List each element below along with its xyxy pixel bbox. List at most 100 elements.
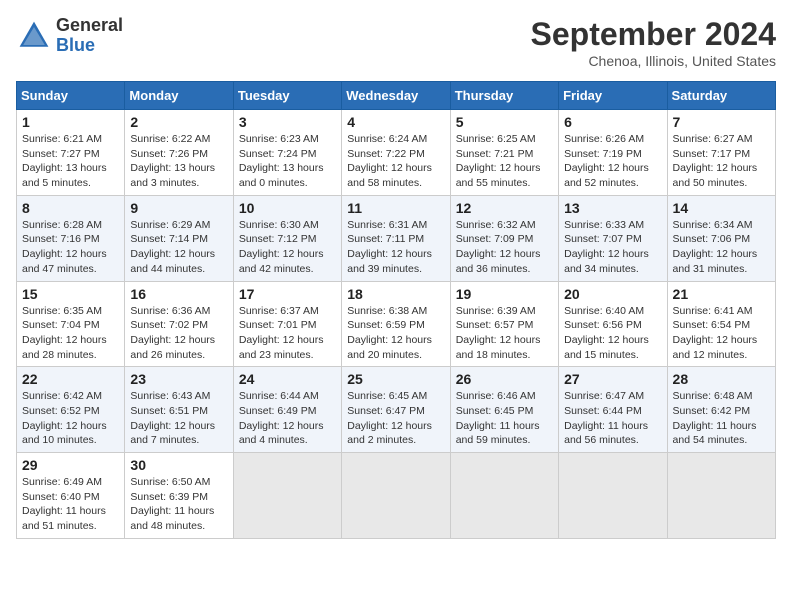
logo-general: General [56, 16, 123, 36]
day-info: Sunrise: 6:35 AMSunset: 7:04 PMDaylight:… [22, 304, 119, 363]
logo-text: General Blue [56, 16, 123, 56]
day-number: 19 [456, 286, 553, 302]
day-number: 10 [239, 200, 336, 216]
day-header-sunday: Sunday [17, 82, 125, 110]
calendar-cell: 23 Sunrise: 6:43 AMSunset: 6:51 PMDayligh… [125, 367, 233, 453]
calendar-cell: 7 Sunrise: 6:27 AMSunset: 7:17 PMDaylight… [667, 110, 775, 196]
day-info: Sunrise: 6:29 AMSunset: 7:14 PMDaylight:… [130, 218, 227, 277]
day-number: 9 [130, 200, 227, 216]
day-header-monday: Monday [125, 82, 233, 110]
day-info: Sunrise: 6:27 AMSunset: 7:17 PMDaylight:… [673, 132, 770, 191]
day-info: Sunrise: 6:25 AMSunset: 7:21 PMDaylight:… [456, 132, 553, 191]
calendar-week-row: 29 Sunrise: 6:49 AMSunset: 6:40 PMDayligh… [17, 453, 776, 539]
day-header-thursday: Thursday [450, 82, 558, 110]
calendar-table: SundayMondayTuesdayWednesdayThursdayFrid… [16, 81, 776, 539]
calendar-cell: 4 Sunrise: 6:24 AMSunset: 7:22 PMDaylight… [342, 110, 450, 196]
day-info: Sunrise: 6:42 AMSunset: 6:52 PMDaylight:… [22, 389, 119, 448]
calendar-cell [667, 453, 775, 539]
day-number: 21 [673, 286, 770, 302]
day-info: Sunrise: 6:49 AMSunset: 6:40 PMDaylight:… [22, 475, 119, 534]
day-info: Sunrise: 6:33 AMSunset: 7:07 PMDaylight:… [564, 218, 661, 277]
day-info: Sunrise: 6:40 AMSunset: 6:56 PMDaylight:… [564, 304, 661, 363]
day-number: 16 [130, 286, 227, 302]
logo-blue: Blue [56, 36, 123, 56]
calendar-cell [342, 453, 450, 539]
day-number: 23 [130, 371, 227, 387]
day-number: 15 [22, 286, 119, 302]
calendar-cell: 27Sunrise: 6:47 AMSunset: 6:44 PMDayligh… [559, 367, 667, 453]
calendar-cell: 11 Sunrise: 6:31 AMSunset: 7:11 PMDayligh… [342, 195, 450, 281]
day-info: Sunrise: 6:45 AMSunset: 6:47 PMDaylight:… [347, 389, 444, 448]
day-header-wednesday: Wednesday [342, 82, 450, 110]
calendar-cell: 25 Sunrise: 6:45 AMSunset: 6:47 PMDayligh… [342, 367, 450, 453]
day-number: 26 [456, 371, 553, 387]
calendar-cell: 9 Sunrise: 6:29 AMSunset: 7:14 PMDaylight… [125, 195, 233, 281]
day-info: Sunrise: 6:36 AMSunset: 7:02 PMDaylight:… [130, 304, 227, 363]
day-number: 3 [239, 114, 336, 130]
day-info: Sunrise: 6:31 AMSunset: 7:11 PMDaylight:… [347, 218, 444, 277]
calendar-cell: 17 Sunrise: 6:37 AMSunset: 7:01 PMDayligh… [233, 281, 341, 367]
day-number: 27 [564, 371, 661, 387]
calendar-cell: 3 Sunrise: 6:23 AMSunset: 7:24 PMDaylight… [233, 110, 341, 196]
calendar-cell: 13 Sunrise: 6:33 AMSunset: 7:07 PMDayligh… [559, 195, 667, 281]
day-info: Sunrise: 6:28 AMSunset: 7:16 PMDaylight:… [22, 218, 119, 277]
location: Chenoa, Illinois, United States [531, 53, 776, 69]
day-number: 1 [22, 114, 119, 130]
day-info: Sunrise: 6:38 AMSunset: 6:59 PMDaylight:… [347, 304, 444, 363]
calendar-cell: 28 Sunrise: 6:48 AMSunset: 6:42 PMDayligh… [667, 367, 775, 453]
day-number: 14 [673, 200, 770, 216]
day-info: Sunrise: 6:22 AMSunset: 7:26 PMDaylight:… [130, 132, 227, 191]
calendar-cell: 5 Sunrise: 6:25 AMSunset: 7:21 PMDaylight… [450, 110, 558, 196]
day-number: 17 [239, 286, 336, 302]
calendar-cell: 18 Sunrise: 6:38 AMSunset: 6:59 PMDayligh… [342, 281, 450, 367]
calendar-cell [559, 453, 667, 539]
day-number: 11 [347, 200, 444, 216]
page-header: General Blue September 2024 Chenoa, Illi… [16, 16, 776, 69]
day-info: Sunrise: 6:39 AMSunset: 6:57 PMDaylight:… [456, 304, 553, 363]
day-info: Sunrise: 6:26 AMSunset: 7:19 PMDaylight:… [564, 132, 661, 191]
day-info: Sunrise: 6:30 AMSunset: 7:12 PMDaylight:… [239, 218, 336, 277]
day-header-saturday: Saturday [667, 82, 775, 110]
day-info: Sunrise: 6:23 AMSunset: 7:24 PMDaylight:… [239, 132, 336, 191]
day-info: Sunrise: 6:50 AMSunset: 6:39 PMDaylight:… [130, 475, 227, 534]
calendar-cell: 8Sunrise: 6:28 AMSunset: 7:16 PMDaylight… [17, 195, 125, 281]
day-number: 2 [130, 114, 227, 130]
calendar-cell [233, 453, 341, 539]
calendar-cell: 22Sunrise: 6:42 AMSunset: 6:52 PMDayligh… [17, 367, 125, 453]
day-info: Sunrise: 6:44 AMSunset: 6:49 PMDaylight:… [239, 389, 336, 448]
calendar-cell: 16 Sunrise: 6:36 AMSunset: 7:02 PMDayligh… [125, 281, 233, 367]
calendar-cell: 15 Sunrise: 6:35 AMSunset: 7:04 PMDayligh… [17, 281, 125, 367]
day-info: Sunrise: 6:24 AMSunset: 7:22 PMDaylight:… [347, 132, 444, 191]
day-info: Sunrise: 6:32 AMSunset: 7:09 PMDaylight:… [456, 218, 553, 277]
day-number: 5 [456, 114, 553, 130]
calendar-week-row: 22Sunrise: 6:42 AMSunset: 6:52 PMDayligh… [17, 367, 776, 453]
calendar-cell: 14 Sunrise: 6:34 AMSunset: 7:06 PMDayligh… [667, 195, 775, 281]
calendar-cell: 1 Sunrise: 6:21 AMSunset: 7:27 PMDaylight… [17, 110, 125, 196]
day-info: Sunrise: 6:48 AMSunset: 6:42 PMDaylight:… [673, 389, 770, 448]
calendar-cell: 19 Sunrise: 6:39 AMSunset: 6:57 PMDayligh… [450, 281, 558, 367]
day-number: 25 [347, 371, 444, 387]
day-info: Sunrise: 6:34 AMSunset: 7:06 PMDaylight:… [673, 218, 770, 277]
calendar-cell: 2 Sunrise: 6:22 AMSunset: 7:26 PMDaylight… [125, 110, 233, 196]
calendar-cell: 30Sunrise: 6:50 AMSunset: 6:39 PMDayligh… [125, 453, 233, 539]
day-info: Sunrise: 6:21 AMSunset: 7:27 PMDaylight:… [22, 132, 119, 191]
calendar-cell: 10 Sunrise: 6:30 AMSunset: 7:12 PMDayligh… [233, 195, 341, 281]
day-number: 4 [347, 114, 444, 130]
day-number: 28 [673, 371, 770, 387]
calendar-cell: 24Sunrise: 6:44 AMSunset: 6:49 PMDayligh… [233, 367, 341, 453]
month-title: September 2024 [531, 16, 776, 53]
calendar-header-row: SundayMondayTuesdayWednesdayThursdayFrid… [17, 82, 776, 110]
calendar-cell: 21Sunrise: 6:41 AMSunset: 6:54 PMDayligh… [667, 281, 775, 367]
day-number: 13 [564, 200, 661, 216]
calendar-week-row: 15 Sunrise: 6:35 AMSunset: 7:04 PMDayligh… [17, 281, 776, 367]
calendar-cell: 29 Sunrise: 6:49 AMSunset: 6:40 PMDayligh… [17, 453, 125, 539]
day-number: 29 [22, 457, 119, 473]
day-info: Sunrise: 6:37 AMSunset: 7:01 PMDaylight:… [239, 304, 336, 363]
calendar-cell: 12Sunrise: 6:32 AMSunset: 7:09 PMDayligh… [450, 195, 558, 281]
day-number: 7 [673, 114, 770, 130]
day-number: 20 [564, 286, 661, 302]
day-header-tuesday: Tuesday [233, 82, 341, 110]
day-number: 18 [347, 286, 444, 302]
day-info: Sunrise: 6:43 AMSunset: 6:51 PMDaylight:… [130, 389, 227, 448]
calendar-week-row: 1 Sunrise: 6:21 AMSunset: 7:27 PMDaylight… [17, 110, 776, 196]
